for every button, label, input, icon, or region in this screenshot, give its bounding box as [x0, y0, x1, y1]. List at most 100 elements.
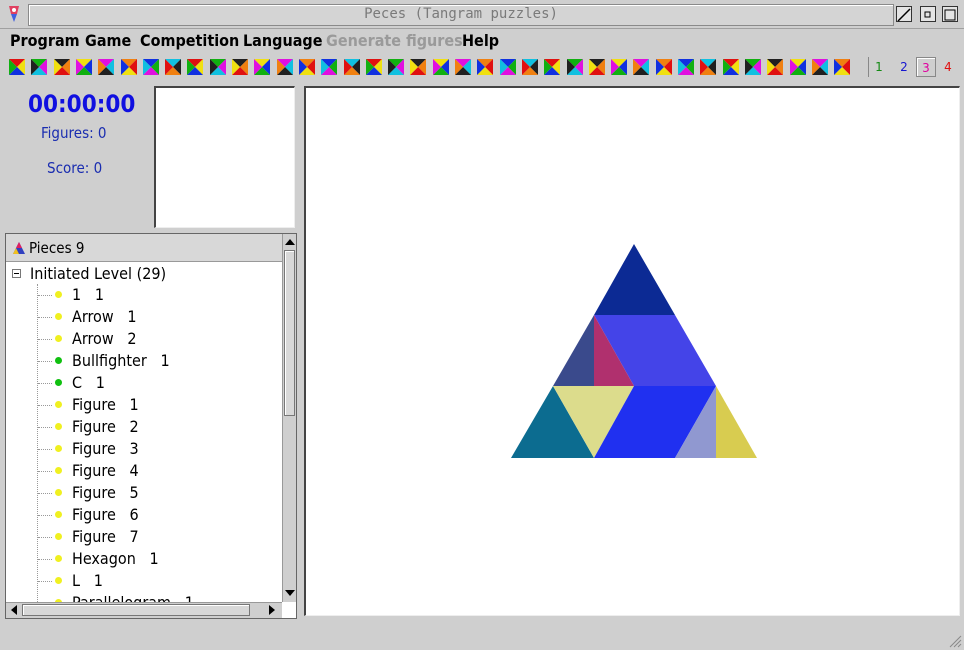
- menu-game[interactable]: Game: [85, 31, 131, 50]
- tree-root-level[interactable]: Initiated Level (29): [30, 264, 166, 283]
- level-3-button[interactable]: 3: [916, 57, 936, 77]
- tree-connector: [38, 427, 52, 428]
- tree-item[interactable]: L 1: [38, 570, 278, 592]
- tree-item[interactable]: Arrow 2: [38, 328, 278, 350]
- figure-32-icon[interactable]: [699, 58, 717, 76]
- tree-item[interactable]: 1 1: [38, 284, 278, 306]
- figure-37-icon[interactable]: [811, 58, 829, 76]
- tree-item[interactable]: Arrow 1: [38, 306, 278, 328]
- tree-item-label: Figure 4: [72, 461, 139, 480]
- menu-bar: Program Game Competition Language Genera…: [0, 29, 964, 53]
- figure-35-icon[interactable]: [766, 58, 784, 76]
- figure-34-icon[interactable]: [744, 58, 762, 76]
- tangram-piece-small-triangle-left[interactable]: [553, 315, 594, 386]
- shade-button[interactable]: [896, 6, 912, 22]
- figure-10-icon[interactable]: [209, 58, 227, 76]
- figure-29-icon[interactable]: [632, 58, 650, 76]
- tree-connector: [38, 383, 52, 384]
- scroll-left-icon[interactable]: [8, 604, 20, 616]
- tree-item[interactable]: Figure 4: [38, 460, 278, 482]
- figure-28-icon[interactable]: [610, 58, 628, 76]
- figure-30-icon[interactable]: [655, 58, 673, 76]
- status-dot-icon: [55, 379, 62, 386]
- figure-14-icon[interactable]: [298, 58, 316, 76]
- tree-item[interactable]: Hexagon 1: [38, 548, 278, 570]
- menu-program[interactable]: Program: [10, 31, 80, 50]
- tree-item-label: Figure 6: [72, 505, 139, 524]
- title-bar[interactable]: Peces (Tangram puzzles): [0, 0, 964, 29]
- tree-item[interactable]: Figure 7: [38, 526, 278, 548]
- tree-item[interactable]: Figure 6: [38, 504, 278, 526]
- tree-item-label: Arrow 2: [72, 329, 137, 348]
- tree-connector: [38, 339, 52, 340]
- figure-16-icon[interactable]: [343, 58, 361, 76]
- figure-11-icon[interactable]: [231, 58, 249, 76]
- figure-17-icon[interactable]: [365, 58, 383, 76]
- figure-19-icon[interactable]: [409, 58, 427, 76]
- tree-connector: [38, 515, 52, 516]
- figure-31-icon[interactable]: [677, 58, 695, 76]
- menu-competition[interactable]: Competition: [140, 31, 239, 50]
- horizontal-scroll-thumb[interactable]: [22, 604, 250, 616]
- tree-header[interactable]: Pieces 9: [6, 234, 282, 262]
- level-1-button[interactable]: 1: [869, 57, 889, 77]
- tree-item[interactable]: Figure 2: [38, 416, 278, 438]
- figure-26-icon[interactable]: [566, 58, 584, 76]
- resize-grip-icon[interactable]: [948, 634, 962, 648]
- figure-12-icon[interactable]: [253, 58, 271, 76]
- figure-18-icon[interactable]: [387, 58, 405, 76]
- tree-item[interactable]: Figure 3: [38, 438, 278, 460]
- figure-36-icon[interactable]: [789, 58, 807, 76]
- tree-connector: [38, 471, 52, 472]
- tangram-piece-yellow-triangle[interactable]: [716, 386, 757, 458]
- figure-24-icon[interactable]: [521, 58, 539, 76]
- tangram-piece-top-triangle[interactable]: [594, 244, 675, 315]
- collapse-toggle[interactable]: [12, 269, 21, 278]
- tree-item[interactable]: Figure 1: [38, 394, 278, 416]
- figure-33-icon[interactable]: [722, 58, 740, 76]
- tree-item[interactable]: Bullfighter 1: [38, 350, 278, 372]
- horizontal-scrollbar[interactable]: [6, 602, 282, 618]
- scroll-right-icon[interactable]: [266, 604, 278, 616]
- figure-23-icon[interactable]: [499, 58, 517, 76]
- scroll-up-icon[interactable]: [284, 236, 296, 248]
- figure-9-icon[interactable]: [186, 58, 204, 76]
- level-2-button[interactable]: 2: [894, 57, 914, 77]
- menu-help[interactable]: Help: [462, 31, 499, 50]
- figure-5-icon[interactable]: [97, 58, 115, 76]
- figure-27-icon[interactable]: [588, 58, 606, 76]
- tree-item[interactable]: C 1: [38, 372, 278, 394]
- minimize-button[interactable]: [920, 6, 936, 22]
- figure-6-icon[interactable]: [120, 58, 138, 76]
- menu-language[interactable]: Language: [243, 31, 322, 50]
- window-title: Peces (Tangram puzzles): [364, 6, 558, 22]
- figure-20-icon[interactable]: [432, 58, 450, 76]
- figure-25-icon[interactable]: [543, 58, 561, 76]
- figure-2-icon[interactable]: [30, 58, 48, 76]
- figure-21-icon[interactable]: [454, 58, 472, 76]
- tree-item-label: Figure 5: [72, 483, 139, 502]
- figure-22-icon[interactable]: [476, 58, 494, 76]
- tree-item[interactable]: Figure 5: [38, 482, 278, 504]
- level-4-button[interactable]: 4: [938, 57, 958, 77]
- figure-8-icon[interactable]: [164, 58, 182, 76]
- figure-38-icon[interactable]: [833, 58, 851, 76]
- figure-1-icon[interactable]: [8, 58, 26, 76]
- maximize-button[interactable]: [942, 6, 958, 22]
- figure-3-icon[interactable]: [53, 58, 71, 76]
- tree-connector: [38, 449, 52, 450]
- score-value: Score: 0: [47, 159, 103, 177]
- figure-13-icon[interactable]: [276, 58, 294, 76]
- tree-item-label: C 1: [72, 373, 105, 392]
- vertical-scrollbar[interactable]: [282, 234, 296, 602]
- figure-7-icon[interactable]: [142, 58, 160, 76]
- tree-item-label: Figure 1: [72, 395, 139, 414]
- tree-connector: [38, 295, 52, 296]
- scroll-down-icon[interactable]: [284, 587, 296, 599]
- figure-4-icon[interactable]: [75, 58, 93, 76]
- figure-15-icon[interactable]: [320, 58, 338, 76]
- tree-item[interactable]: Parallelogram 1: [38, 592, 278, 602]
- status-bar: [0, 622, 964, 650]
- puzzle-canvas[interactable]: [304, 86, 960, 616]
- vertical-scroll-thumb[interactable]: [284, 250, 295, 416]
